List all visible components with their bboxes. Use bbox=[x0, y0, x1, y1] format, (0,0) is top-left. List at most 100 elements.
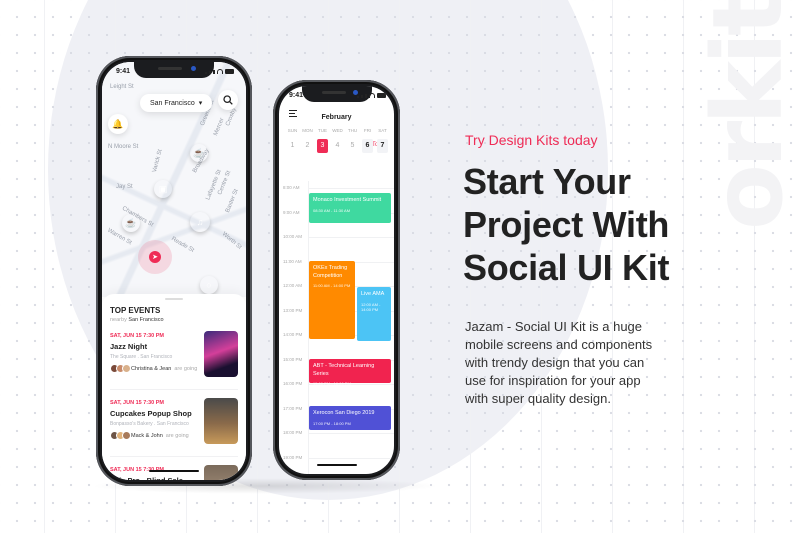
headline-line: Social UI Kit bbox=[463, 247, 670, 288]
street-label: Baxter St bbox=[224, 188, 240, 214]
map-pin-gallery[interactable]: ▣ bbox=[154, 180, 172, 198]
event-thumbnail-concert bbox=[204, 331, 238, 377]
timeline-hour-line bbox=[309, 457, 394, 459]
weekday-sun[interactable]: SUN 1 bbox=[285, 128, 300, 153]
event-card-cupcakes[interactable]: SAT, JUN 15 7:30 PM Cupcakes Popup Shop … bbox=[110, 390, 238, 457]
phone-notch bbox=[134, 62, 214, 78]
weekday-tue[interactable]: TUE 3 bbox=[315, 128, 330, 153]
phone-calendar-mockup: 9:41 February Today SUN1 MON2 TUE3 WED4 … bbox=[273, 80, 400, 480]
time-label: 13:00 PM bbox=[283, 307, 303, 313]
promo-description: Jazam - Social UI Kit is a huge mobile s… bbox=[465, 318, 695, 408]
current-location-marker: ➤ bbox=[149, 251, 161, 263]
street-label: Crosby bbox=[225, 107, 238, 127]
top-events-title: TOP EVENTS bbox=[110, 306, 161, 315]
event-block-monaco[interactable]: Monaco Investment Summit 08:30 AM - 11:30… bbox=[309, 193, 391, 223]
weekday-fri[interactable]: FRI 6 bbox=[360, 128, 375, 153]
description-line: use for inspiration for your app bbox=[465, 373, 641, 388]
city-selector[interactable]: San Francisco ▾ bbox=[140, 94, 213, 112]
weekday-wed[interactable]: WED 4 bbox=[330, 128, 345, 153]
event-block-time: 12:00 AM - 14:00 PM bbox=[361, 301, 381, 312]
street-label: Mercer bbox=[213, 117, 226, 137]
description-line: mobile screens and components bbox=[465, 337, 653, 352]
phone-map-mockup: 9:41 Leight St N Moore St Jay St Greene … bbox=[96, 56, 252, 486]
event-thumbnail-bakery bbox=[204, 398, 238, 444]
music-icon: ♫ bbox=[196, 217, 204, 227]
month-title: February bbox=[321, 114, 352, 121]
weekday-thu[interactable]: THU 5 bbox=[345, 128, 360, 153]
event-card-sale[interactable]: SAT, JUN 15 7:30 PM Sale Pro - Blind Sal… bbox=[110, 457, 238, 480]
event-block-time: 11:00 AM - 14:00 PM bbox=[313, 283, 351, 289]
timeline-hour-line bbox=[309, 433, 394, 434]
time-label: 8:00 AM bbox=[283, 185, 300, 190]
chevron-down-icon: ▾ bbox=[198, 100, 203, 107]
event-block-xerocon[interactable]: Xerocon San Diego 2019 17:00 PM - 18:00 P… bbox=[309, 406, 391, 430]
wifi-icon bbox=[217, 69, 223, 74]
map-pin-coffee[interactable]: ☕ bbox=[190, 144, 208, 162]
promo-kicker: Try Design Kits today bbox=[465, 132, 598, 148]
description-line: Jazam - Social UI Kit is a huge bbox=[465, 319, 643, 334]
promo-headline: Start Your Project With Social UI Kit bbox=[463, 160, 669, 289]
time-label: 14:00 PM bbox=[283, 332, 303, 337]
timeline-hour-line bbox=[309, 188, 394, 189]
street-label: Worth St bbox=[220, 231, 243, 251]
event-block-okex[interactable]: OKEx Trading Competition 11:00 AM - 14:00… bbox=[309, 261, 355, 339]
navigation-arrow-icon: ➤ bbox=[152, 254, 158, 261]
signal-icon bbox=[357, 96, 359, 98]
event-block-title: Monaco Investment Summit bbox=[313, 197, 382, 203]
calendar-screen: 9:41 February Today SUN1 MON2 TUE3 WED4 … bbox=[279, 86, 394, 474]
coffee-icon: ☕ bbox=[193, 147, 205, 158]
search-button[interactable] bbox=[218, 90, 238, 110]
weekday-sat[interactable]: SAT 7 bbox=[375, 128, 390, 153]
calendar-header: February bbox=[279, 108, 394, 124]
event-block-live-ama[interactable]: Live AMA 12:00 AM - 14:00 PM bbox=[357, 287, 391, 341]
time-label: 16:00 PM bbox=[283, 381, 303, 386]
search-icon bbox=[223, 95, 233, 105]
drag-handle[interactable] bbox=[165, 298, 183, 300]
map-view[interactable]: Leight St N Moore St Jay St Greene St Me… bbox=[102, 62, 246, 297]
background-watermark: orkit bbox=[692, 0, 800, 230]
street-label: Leight St bbox=[110, 84, 134, 90]
event-block-title: Live AMA bbox=[361, 291, 385, 297]
time-label: 18:00 PM bbox=[283, 430, 303, 435]
time-label: 19:00 PM bbox=[283, 454, 303, 460]
week-strip: SUN 1 MON 2 TUE 3 WED 4 THU 5 FRI 6 SAT 7 bbox=[285, 128, 390, 153]
battery-icon bbox=[377, 93, 386, 98]
event-block-abt[interactable]: ABT - Technical Learning Series 15:00 PM … bbox=[309, 359, 391, 387]
selected-day: 3 bbox=[317, 139, 328, 153]
city-selector-label: San Francisco bbox=[150, 99, 195, 107]
wifi-icon bbox=[369, 93, 375, 98]
top-events-panel: TOP EVENTS nearby San Francisco SAT, JUN… bbox=[102, 294, 246, 480]
event-block-time: 15:00 PM - 16:00 PM bbox=[313, 381, 351, 387]
status-time: 9:41 bbox=[289, 92, 304, 99]
map-pin-music[interactable]: ♫ bbox=[190, 212, 210, 232]
event-block-time: 17:00 PM - 18:00 PM bbox=[313, 420, 351, 426]
description-line: with trendy design that you can bbox=[465, 355, 645, 370]
event-block-title: ABT - Technical Learning Series bbox=[313, 363, 375, 377]
food-icon: ○ bbox=[206, 280, 212, 290]
timeline-hour-line bbox=[309, 237, 394, 238]
map-pin-coffee[interactable]: ☕ bbox=[122, 214, 140, 232]
signal-icon bbox=[205, 72, 207, 74]
notifications-button[interactable]: 🔔 bbox=[108, 114, 128, 134]
street-label: Varick St bbox=[151, 148, 164, 174]
time-label: 11:00 AM bbox=[283, 258, 302, 264]
status-icons bbox=[205, 69, 234, 74]
street-label: Reade St bbox=[170, 236, 195, 254]
street-label: N Moore St bbox=[108, 144, 139, 150]
map-pin-food[interactable]: ○ bbox=[200, 276, 218, 294]
event-thumbnail-sale bbox=[204, 465, 238, 480]
description-line: with super quality design. bbox=[465, 391, 611, 406]
time-label: 15:00 PM bbox=[283, 356, 303, 362]
time-label: 12:00 AM bbox=[283, 283, 303, 288]
street-label: Jay St bbox=[116, 184, 133, 190]
weekday-mon[interactable]: MON 2 bbox=[300, 128, 315, 153]
headline-line: Start Your bbox=[463, 161, 631, 202]
attendee-avatars bbox=[110, 364, 131, 373]
gallery-icon: ▣ bbox=[158, 183, 168, 194]
time-label: 9:00 AM bbox=[283, 209, 300, 215]
bell-icon: 🔔 bbox=[112, 118, 124, 129]
home-indicator bbox=[149, 470, 199, 472]
status-icons bbox=[357, 93, 386, 98]
day-timeline: 8:00 AM 9:00 AM 10:00 AM 11:00 AM 12:00 AM 13… bbox=[279, 181, 394, 474]
event-card-jazz-night[interactable]: SAT, JUN 15 7:30 PM Jazz Night The Squar… bbox=[110, 323, 238, 390]
